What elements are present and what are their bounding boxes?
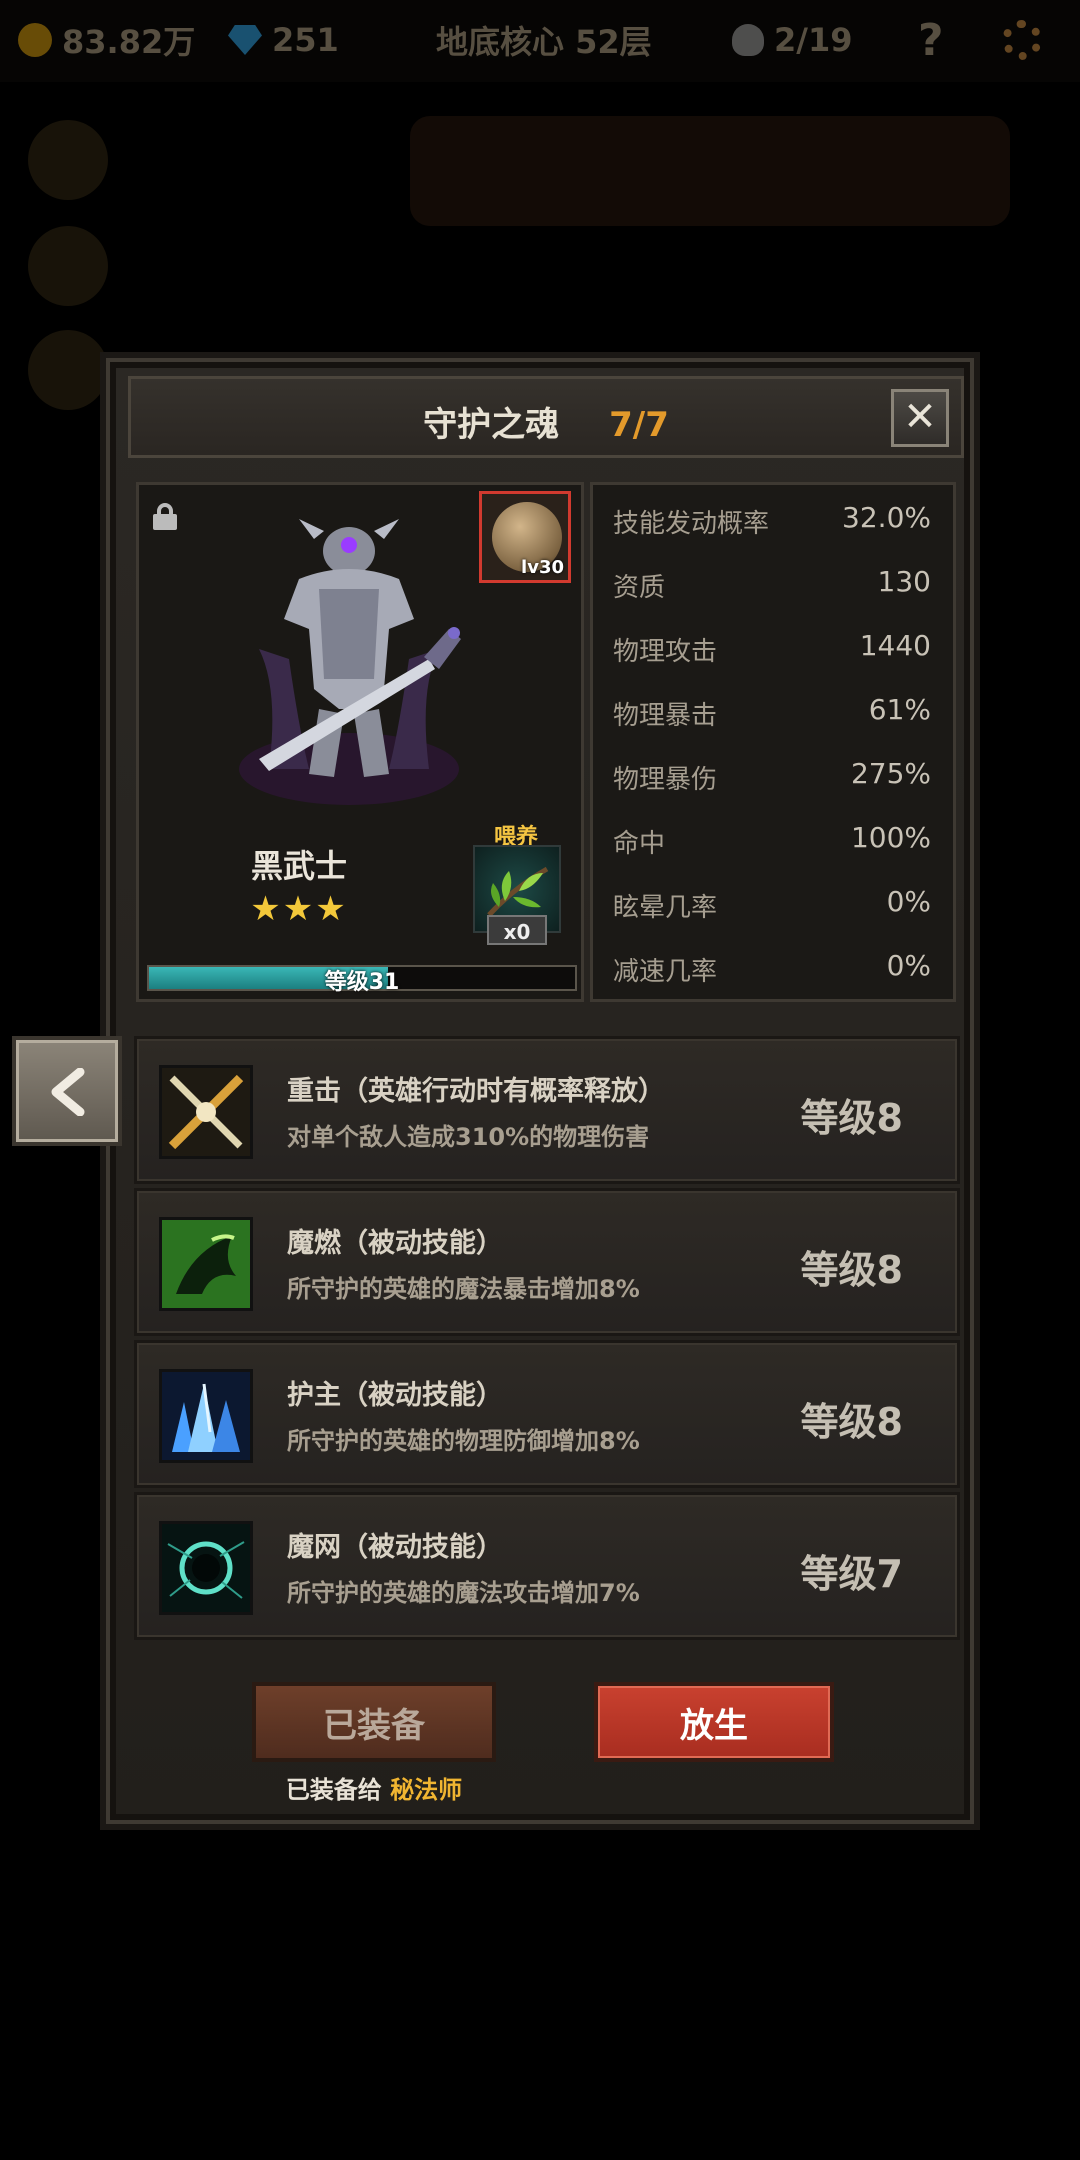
guardian-soul-dialog: 守护之魂 7/7 ✕ lv30 黑武士 ★★★ 喂养 x0 等级31 技能发动概… (100, 352, 980, 1830)
skill-description: 所守护的英雄的魔法攻击增加7% (287, 1579, 640, 1607)
dialog-header: 守护之魂 7/7 ✕ (128, 376, 964, 458)
bg-hero-avatar (28, 120, 108, 200)
skill-row[interactable]: 重击（英雄行动时有概率释放） 对单个敌人造成310%的物理伤害 等级8 (134, 1036, 960, 1184)
guard-crystal-icon (159, 1369, 253, 1463)
gem-icon (228, 25, 262, 55)
kill-count: 2/19 (774, 21, 853, 59)
skill-row[interactable]: 护主（被动技能） 所守护的英雄的物理防御增加8% 等级8 (134, 1340, 960, 1488)
item-level: lv30 (521, 557, 564, 578)
close-icon: ✕ (903, 394, 937, 440)
stat-label: 资质 (613, 573, 666, 603)
help-icon: ? (918, 14, 944, 66)
bg-icon-strip (410, 116, 1010, 226)
stats-panel: 技能发动概率 32.0% 资质 130 物理攻击 1440 物理暴击 61% 物… (590, 482, 956, 1002)
stat-row: 技能发动概率 32.0% (593, 485, 953, 549)
stat-row: 物理攻击 1440 (593, 613, 953, 677)
stat-value: 0% (886, 949, 931, 982)
star-rating: ★★★ (250, 889, 348, 929)
stat-value: 0% (886, 885, 931, 918)
kill-counter: 2/19 (732, 18, 852, 62)
skill-name: 魔网（被动技能） (287, 1532, 503, 1563)
skill-level: 等级7 (800, 1552, 903, 1596)
stat-value: 61% (868, 693, 931, 726)
stat-value: 130 (877, 565, 931, 598)
hero-level-bar: 等级31 (147, 965, 577, 995)
gem-display: 251 (228, 18, 339, 62)
skill-name: 重击（英雄行动时有概率释放） (287, 1076, 665, 1107)
stat-label: 物理攻击 (613, 637, 718, 667)
gold-amount: 83.82万 (62, 23, 196, 61)
close-button[interactable]: ✕ (891, 389, 949, 447)
equipped-hero-name: 秘法师 (390, 1776, 463, 1804)
stat-label: 眩晕几率 (613, 893, 718, 923)
stat-row: 命中 100% (593, 805, 953, 869)
equipped-to-prefix: 已装备给 (285, 1776, 382, 1804)
chevron-left-icon (51, 1068, 85, 1116)
skill-level: 等级8 (800, 1248, 903, 1292)
lock-icon[interactable] (153, 503, 177, 530)
dialog-title: 守护之魂 7/7 (131, 397, 961, 446)
equipped-item-slot[interactable]: lv30 (479, 491, 571, 583)
previous-soul-button[interactable] (12, 1036, 122, 1146)
skill-level: 等级8 (800, 1400, 903, 1444)
gold-display: 83.82万 (18, 18, 195, 62)
stage-text: 地底核心 52层 (436, 23, 652, 61)
hero-panel: lv30 黑武士 ★★★ 喂养 x0 等级31 (136, 482, 584, 1002)
skill-description: 所守护的英雄的物理防御增加8% (287, 1427, 640, 1455)
skill-name: 魔燃（被动技能） (287, 1228, 503, 1259)
hero-name: 黑武士 (250, 847, 347, 885)
skill-description: 所守护的英雄的魔法暴击增加8% (287, 1275, 640, 1303)
stat-row: 眩晕几率 0% (593, 869, 953, 933)
skill-row[interactable]: 魔燃（被动技能） 所守护的英雄的魔法暴击增加8% 等级8 (134, 1188, 960, 1336)
stat-label: 减速几率 (613, 957, 718, 987)
gear-icon (1002, 20, 1042, 60)
stat-row: 物理暴伤 275% (593, 741, 953, 805)
stat-value: 275% (850, 757, 931, 790)
heavy-strike-icon (159, 1065, 253, 1159)
magic-web-icon (159, 1521, 253, 1615)
skull-icon (732, 24, 764, 56)
stage-label: 地底核心 52层 (436, 18, 652, 62)
gold-coin-icon (18, 23, 52, 57)
bg-hero-avatar (28, 226, 108, 306)
equipped-to-note: 已装备给 秘法师 (252, 1770, 496, 1805)
stat-label: 命中 (613, 829, 666, 859)
release-button[interactable]: 放生 (594, 1682, 834, 1762)
help-button[interactable]: ? (918, 15, 944, 66)
black-knight-portrait (239, 519, 461, 805)
skill-name: 护主（被动技能） (287, 1380, 503, 1411)
skill-level: 等级8 (800, 1096, 903, 1140)
stat-label: 物理暴伤 (613, 765, 718, 795)
skill-row[interactable]: 魔网（被动技能） 所守护的英雄的魔法攻击增加7% 等级7 (134, 1492, 960, 1640)
stat-row: 资质 130 (593, 549, 953, 613)
stat-label: 物理暴击 (613, 701, 718, 731)
skill-description: 对单个敌人造成310%的物理伤害 (287, 1123, 650, 1151)
feed-count: x0 (487, 915, 547, 945)
settings-button[interactable] (1002, 18, 1042, 62)
gem-amount: 251 (272, 21, 339, 59)
hero-level-text: 等级31 (324, 970, 400, 995)
bg-hero-avatar (28, 330, 108, 410)
stat-value: 100% (850, 821, 931, 854)
stat-value: 1440 (859, 629, 931, 662)
stat-value: 32.0% (842, 501, 931, 534)
equipped-button[interactable]: 已装备 (252, 1682, 496, 1762)
magic-burn-icon (159, 1217, 253, 1311)
dialog-title-text: 守护之魂 (423, 405, 560, 445)
stat-label: 技能发动概率 (613, 509, 770, 539)
soul-count: 7/7 (609, 405, 669, 445)
stat-row: 物理暴击 61% (593, 677, 953, 741)
stat-row: 减速几率 0% (593, 933, 953, 997)
